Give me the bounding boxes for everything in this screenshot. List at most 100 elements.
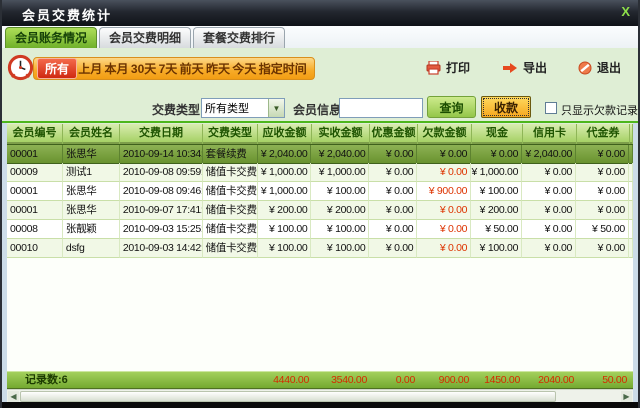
- cell-discount: ¥ 0.00: [369, 201, 417, 220]
- cell-arrears: ¥ 0.00: [417, 220, 471, 239]
- range-today[interactable]: 今天: [232, 60, 256, 77]
- cell-arrears: ¥ 0.00: [417, 239, 471, 258]
- cell-pay-date: 2010-09-14 10:34:0: [120, 145, 203, 164]
- close-icon[interactable]: X: [621, 4, 630, 19]
- cell-voucher: ¥ 0.00: [576, 163, 629, 182]
- cell-voucher: ¥ 0.00: [576, 239, 629, 258]
- export-arrow-icon: [502, 62, 518, 74]
- print-button[interactable]: 打印: [426, 59, 470, 76]
- col-voucher[interactable]: 代金券: [577, 124, 630, 144]
- cell-receivable: ¥ 1,000.00: [258, 163, 312, 182]
- cell-operator: ad: [629, 182, 633, 201]
- cell-operator: ad: [629, 220, 633, 239]
- export-label: 导出: [523, 59, 547, 76]
- cell-member-name: 张思华: [63, 145, 120, 164]
- range-all-button[interactable]: 所有: [37, 58, 77, 79]
- member-info-input[interactable]: [339, 98, 423, 118]
- cell-pay-type: 套餐续费: [203, 145, 258, 164]
- window-bottom-border: [0, 402, 640, 408]
- col-pay-date[interactable]: 交费日期: [120, 124, 203, 144]
- cell-pay-date: 2010-09-03 15:25:2: [120, 220, 203, 239]
- cell-pay-date: 2010-09-07 17:41:1: [120, 201, 203, 220]
- range-day-before[interactable]: 前天: [180, 60, 204, 77]
- cell-credit-card: ¥ 0.00: [522, 182, 576, 201]
- alarm-clock-icon: [7, 54, 34, 81]
- total-cash: 1450.00: [472, 372, 523, 388]
- cell-member-id: 00001: [7, 145, 63, 164]
- range-30-days[interactable]: 30天: [131, 60, 156, 77]
- cell-arrears: ¥ 900.00: [417, 182, 471, 201]
- summary-bar: 记录数:6 4440.00 3540.00 0.00 900.00 1450.0…: [7, 371, 633, 389]
- col-member-id[interactable]: 会员编号: [7, 124, 63, 144]
- col-receivable[interactable]: 应收金额: [258, 124, 312, 144]
- cell-received: ¥ 1,000.00: [311, 163, 369, 182]
- range-last-month[interactable]: 上月: [78, 60, 102, 77]
- cell-discount: ¥ 0.00: [369, 145, 417, 164]
- collect-payment-button[interactable]: 收款: [481, 96, 531, 118]
- col-discount[interactable]: 优惠金额: [370, 124, 418, 144]
- cell-credit-card: ¥ 0.00: [522, 201, 576, 220]
- cell-credit-card: ¥ 0.00: [522, 239, 576, 258]
- range-7-days[interactable]: 7天: [159, 60, 178, 77]
- scrollbar-thumb[interactable]: [20, 391, 556, 402]
- col-credit-card[interactable]: 信用卡: [523, 124, 577, 144]
- cell-discount: ¥ 0.00: [369, 239, 417, 258]
- cell-operator: ad: [629, 163, 633, 182]
- cell-member-id: 00010: [7, 239, 63, 258]
- range-custom-time[interactable]: 指定时间: [259, 60, 307, 77]
- export-button[interactable]: 导出: [502, 59, 547, 76]
- cell-receivable: ¥ 100.00: [258, 239, 312, 258]
- table-row[interactable]: 00001 张思华 2010-09-08 09:46:5 储值卡交费 ¥ 1,0…: [7, 182, 633, 201]
- total-receivable: 4440.00: [258, 372, 312, 388]
- horizontal-scrollbar: ◀ ▶: [7, 389, 633, 402]
- cell-received: ¥ 2,040.00: [311, 145, 369, 164]
- cell-received: ¥ 100.00: [311, 220, 369, 239]
- table-row[interactable]: 00008 张靓颖 2010-09-03 15:25:2 储值卡交费 ¥ 100…: [7, 220, 633, 239]
- cell-member-id: 00008: [7, 220, 63, 239]
- cell-member-id: 00001: [7, 182, 63, 201]
- cell-member-id: 00009: [7, 163, 63, 182]
- cell-pay-date: 2010-09-08 09:59:1: [120, 163, 203, 182]
- range-yesterday[interactable]: 昨天: [206, 60, 230, 77]
- total-received: 3540.00: [312, 372, 370, 388]
- table-row[interactable]: 00001 张思华 2010-09-07 17:41:1 储值卡交费 ¥ 200…: [7, 201, 633, 220]
- table-row[interactable]: 00001 张思华 2010-09-14 10:34:0 套餐续费 ¥ 2,04…: [7, 144, 633, 163]
- query-button[interactable]: 查询: [427, 96, 476, 118]
- exit-button[interactable]: 退出: [578, 59, 621, 76]
- tab-member-accounts[interactable]: 会员账务情况: [5, 27, 97, 48]
- scroll-left-arrow-icon[interactable]: ◀: [8, 391, 19, 402]
- range-this-month[interactable]: 本月: [105, 60, 129, 77]
- tab-package-ranking[interactable]: 套餐交费排行: [193, 27, 285, 48]
- tab-payment-details[interactable]: 会员交费明细: [99, 27, 191, 48]
- cell-voucher: ¥ 0.00: [576, 182, 629, 201]
- col-cash[interactable]: 现金: [472, 124, 523, 144]
- total-discount: 0.00: [370, 372, 418, 388]
- col-arrears[interactable]: 欠款金额: [418, 124, 472, 144]
- cell-credit-card: ¥ 0.00: [522, 220, 576, 239]
- cell-discount: ¥ 0.00: [369, 163, 417, 182]
- exit-icon: [578, 61, 592, 75]
- cell-operator: ad: [629, 201, 633, 220]
- col-received[interactable]: 实收金额: [312, 124, 370, 144]
- app-window: 会员交费统计 X 会员账务情况 会员交费明细 套餐交费排行 所有 上月 本月 3…: [0, 0, 640, 408]
- cell-received: ¥ 100.00: [311, 182, 369, 201]
- cell-member-id: 00001: [7, 201, 63, 220]
- cell-cash: ¥ 0.00: [471, 145, 522, 164]
- payment-type-select[interactable]: 所有类型 ▼: [201, 98, 285, 118]
- arrears-only-checkbox[interactable]: [545, 102, 557, 114]
- cell-voucher: ¥ 0.00: [576, 201, 629, 220]
- col-pay-type[interactable]: 交费类型: [203, 124, 258, 144]
- total-voucher: 50.00: [577, 372, 630, 388]
- arrears-only-label: 只显示欠款记录: [561, 102, 638, 118]
- table-row[interactable]: 00010 dsfg 2010-09-03 14:42:5 储值卡交费 ¥ 10…: [7, 239, 633, 258]
- col-operator[interactable]: [630, 124, 633, 144]
- cell-receivable: ¥ 200.00: [258, 201, 312, 220]
- cell-member-name: 张思华: [63, 201, 120, 220]
- table-row[interactable]: 00009 测试1 2010-09-08 09:59:1 储值卡交费 ¥ 1,0…: [7, 163, 633, 182]
- cell-pay-date: 2010-09-08 09:46:5: [120, 182, 203, 201]
- cell-received: ¥ 100.00: [311, 239, 369, 258]
- scroll-right-arrow-icon[interactable]: ▶: [621, 391, 632, 402]
- cell-credit-card: ¥ 2,040.00: [522, 145, 576, 164]
- col-member-name[interactable]: 会员姓名: [63, 124, 120, 144]
- cell-pay-type: 储值卡交费: [203, 182, 258, 201]
